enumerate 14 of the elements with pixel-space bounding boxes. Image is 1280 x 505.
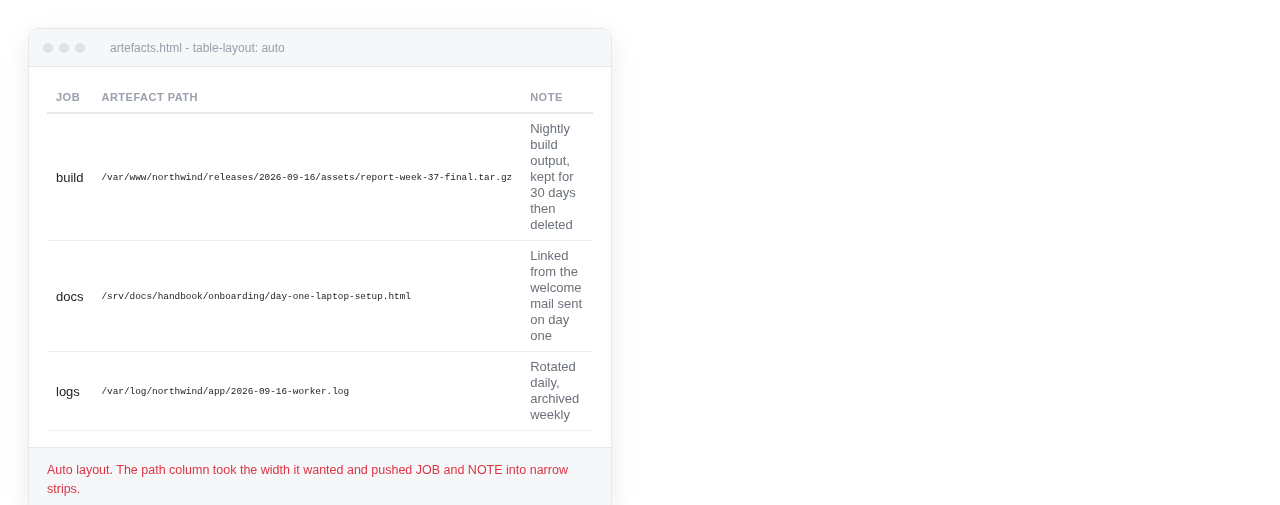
note-cell: Linked from the welcome mail sent on day one: [521, 240, 593, 352]
window-title: artefacts.html - table-layout: auto: [110, 40, 285, 55]
job-cell: build: [47, 113, 93, 241]
path-cell: /var/www/northwind/releases/2026-09-16/assets/report-week-37-final.tar.gz: [92, 113, 522, 241]
note-cell: Rotated daily, archived weekly: [521, 351, 593, 431]
column-header: JOB: [47, 87, 93, 113]
job-cell: logs: [47, 351, 93, 431]
column-header: ARTEFACT PATH: [92, 87, 522, 113]
job-cell: docs: [47, 240, 93, 352]
path-cell: /var/log/northwind/app/2026-09-16-worker.log: [92, 351, 522, 431]
column-header: NOTE: [521, 87, 593, 113]
note-cell: Nightly build output, kept for 30 days then deleted: [521, 113, 593, 241]
footer-message: Auto layout. The path column took the width it wanted and pushed JOB and NOTE into narrow strips.: [29, 447, 611, 505]
path-cell: /srv/docs/handbook/onboarding/day-one-laptop-setup.html: [92, 240, 522, 352]
